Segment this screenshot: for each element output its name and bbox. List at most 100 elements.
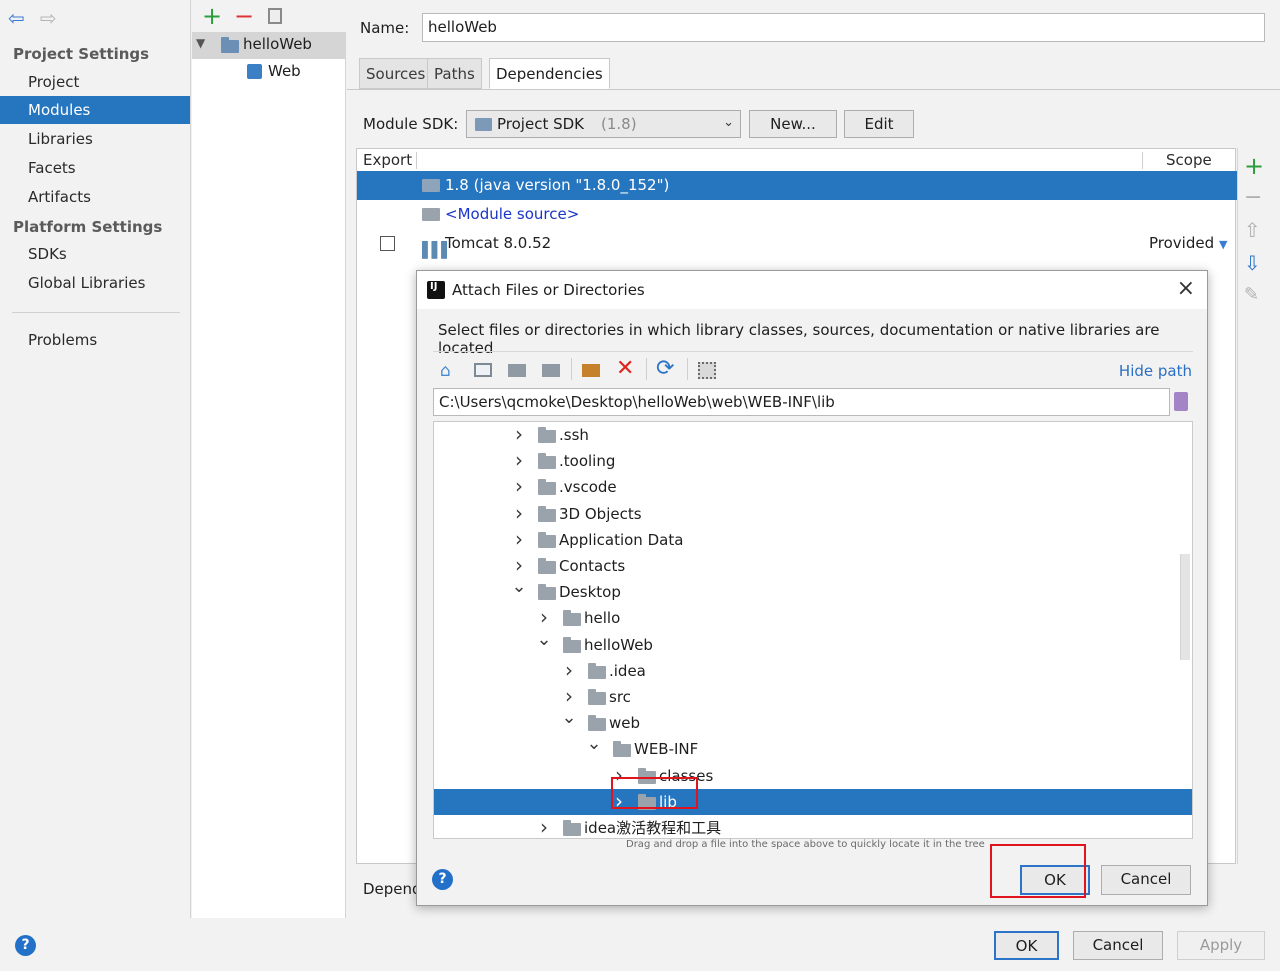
chevron-right-icon[interactable]: ›: [511, 422, 527, 447]
sidebar-divider: [12, 312, 180, 313]
tree-item-label: helloWeb: [243, 35, 312, 53]
export-column-header[interactable]: Export: [363, 149, 412, 172]
tree-row-label: idea激活教程和工具: [584, 819, 722, 837]
scope-column-header[interactable]: Scope: [1166, 149, 1212, 172]
edit-pencil-icon[interactable]: ✎: [1244, 284, 1259, 305]
toolbar-separator: [687, 358, 688, 380]
path-field[interactable]: C:\Users\qcmoke\Desktop\helloWeb\web\WEB…: [433, 388, 1170, 416]
tab-sources[interactable]: Sources: [359, 58, 433, 89]
tree-row[interactable]: › .tooling: [434, 448, 1192, 474]
tree-row-label: Application Data: [559, 531, 684, 549]
tree-row[interactable]: › Application Data: [434, 527, 1192, 553]
apply-button[interactable]: Apply: [1177, 931, 1265, 960]
tree-row[interactable]: › .vscode: [434, 474, 1192, 500]
sidebar-item-modules[interactable]: Modules: [0, 96, 190, 124]
delete-icon[interactable]: ✕: [616, 356, 634, 381]
dialog-help-icon[interactable]: ?: [432, 869, 453, 890]
chevron-down-icon[interactable]: ⌄: [586, 731, 602, 757]
chevron-right-icon[interactable]: ›: [536, 814, 552, 838]
sdk-value: Project SDK: [497, 115, 584, 133]
cancel-button[interactable]: Cancel: [1073, 931, 1163, 960]
remove-icon[interactable]: −: [234, 2, 254, 30]
new-folder-icon[interactable]: [582, 364, 600, 377]
chevron-down-icon[interactable]: ▼: [196, 36, 205, 50]
dependencies-storage-label: Depend: [363, 880, 422, 898]
folder-icon: [563, 820, 581, 836]
dialog-title: Attach Files or Directories: [452, 281, 645, 299]
tree-row[interactable]: › 3D Objects: [434, 501, 1192, 527]
tree-row-label: WEB-INF: [634, 740, 699, 758]
chevron-right-icon[interactable]: ›: [511, 473, 527, 499]
tree-row[interactable]: ⌄ helloWeb: [434, 629, 1192, 658]
sidebar-item-problems[interactable]: Problems: [0, 326, 190, 354]
hide-path-link[interactable]: Hide path: [1119, 362, 1192, 380]
sidebar-item-libraries[interactable]: Libraries: [0, 125, 190, 153]
tree-row-label: .ssh: [559, 426, 589, 444]
tree-row[interactable]: › .ssh: [434, 422, 1192, 448]
sidebar-item-artifacts[interactable]: Artifacts: [0, 183, 190, 211]
new-sdk-button[interactable]: New...: [749, 110, 837, 138]
sidebar-item-global-libraries[interactable]: Global Libraries: [0, 269, 190, 297]
tree-row[interactable]: ⌄ web: [434, 707, 1192, 736]
chevron-right-icon[interactable]: ›: [511, 447, 527, 473]
back-arrow-icon[interactable]: ⇦: [8, 6, 25, 30]
forward-arrow-icon[interactable]: ⇨: [40, 6, 57, 30]
copy-icon[interactable]: [268, 8, 282, 24]
table-row-jdk[interactable]: 1.8 (java version "1.8.0_152"): [357, 171, 1237, 200]
toolbar-separator: [571, 358, 572, 380]
tree-row[interactable]: › .idea: [434, 658, 1192, 684]
module-sdk-dropdown[interactable]: Project SDK (1.8) ⌄: [466, 110, 741, 138]
dialog-cancel-button[interactable]: Cancel: [1101, 865, 1191, 895]
add-dependency-icon[interactable]: +: [1244, 152, 1264, 180]
tree-row[interactable]: › idea激活教程和工具: [434, 814, 1192, 838]
edit-sdk-button[interactable]: Edit: [844, 110, 914, 138]
tree-row[interactable]: › Contacts: [434, 553, 1192, 579]
export-checkbox[interactable]: [380, 236, 395, 251]
ok-button[interactable]: OK: [994, 931, 1059, 960]
sidebar-item-sdks[interactable]: SDKs: [0, 240, 190, 268]
dependency-name: <Module source>: [445, 205, 580, 223]
show-hidden-icon[interactable]: [698, 362, 716, 379]
remove-dependency-icon[interactable]: −: [1244, 185, 1262, 210]
tree-row[interactable]: ⌄ Desktop: [434, 576, 1192, 605]
chevron-down-icon[interactable]: ⌄: [561, 705, 577, 731]
chevron-right-icon[interactable]: ›: [511, 500, 527, 526]
tree-row[interactable]: ⌄ WEB-INF: [434, 733, 1192, 762]
table-row-tomcat[interactable]: ▌▌▌ Tomcat 8.0.52 Provided ▼: [357, 229, 1237, 259]
tree-row[interactable]: › src: [434, 684, 1192, 710]
module-name-field[interactable]: helloWeb: [422, 13, 1265, 42]
folder-icon: [538, 532, 556, 548]
scrollbar-thumb[interactable]: [1180, 554, 1190, 660]
sidebar-item-facets[interactable]: Facets: [0, 154, 190, 182]
chevron-down-icon[interactable]: ⌄: [511, 574, 527, 600]
chevron-right-icon[interactable]: ›: [511, 526, 527, 552]
dropdown-arrow-icon[interactable]: ▼: [1219, 230, 1227, 259]
sidebar-item-project[interactable]: Project: [0, 68, 190, 96]
add-icon[interactable]: +: [202, 2, 222, 30]
tab-dependencies[interactable]: Dependencies: [489, 58, 610, 89]
tree-item-web[interactable]: Web: [192, 59, 346, 86]
tree-row[interactable]: › lib: [434, 789, 1192, 815]
tree-row[interactable]: › classes: [434, 763, 1192, 789]
folder-icon: [588, 663, 606, 679]
tree-item-helloweb[interactable]: ▼ helloWeb: [192, 32, 346, 59]
home-icon[interactable]: ⌂: [440, 361, 451, 381]
chevron-down-icon[interactable]: ⌄: [536, 627, 552, 653]
dialog-titlebar: IJ Attach Files or Directories ×: [417, 271, 1207, 309]
close-icon[interactable]: ×: [1177, 276, 1195, 301]
table-row-module-source[interactable]: <Module source>: [357, 200, 1237, 229]
path-history-icon[interactable]: [1174, 392, 1188, 411]
module-sdk-label: Module SDK:: [363, 115, 459, 133]
help-icon[interactable]: ?: [15, 935, 36, 956]
tab-paths[interactable]: Paths: [427, 58, 482, 89]
toolbar-separator: [646, 358, 647, 380]
scope-dropdown[interactable]: Provided: [1149, 229, 1214, 258]
project-folder-icon[interactable]: [508, 364, 526, 377]
module-folder-icon[interactable]: [542, 364, 560, 377]
move-down-icon[interactable]: ⇩: [1244, 251, 1261, 275]
column-divider: [1142, 152, 1143, 169]
chevron-right-icon[interactable]: ›: [561, 657, 577, 683]
desktop-icon[interactable]: [474, 363, 492, 377]
refresh-icon[interactable]: ⟳: [656, 356, 674, 381]
move-up-icon[interactable]: ⇧: [1244, 218, 1261, 242]
